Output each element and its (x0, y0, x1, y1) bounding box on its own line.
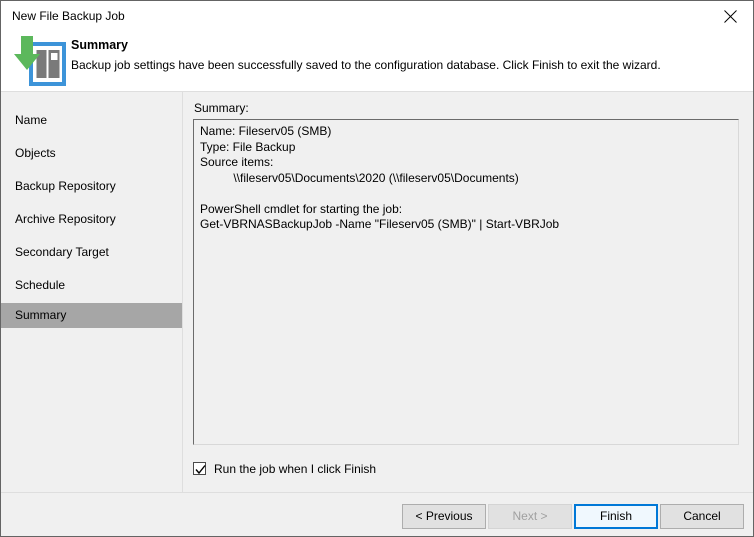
wizard-header: Summary Backup job settings have been su… (1, 32, 753, 91)
run-job-checkbox[interactable] (193, 462, 206, 475)
window-title: New File Backup Job (12, 9, 125, 23)
title-bar: New File Backup Job (1, 1, 753, 32)
sidebar-item-objects[interactable]: Objects (1, 141, 182, 166)
file-backup-job-icon (9, 32, 67, 90)
previous-button[interactable]: < Previous (402, 504, 486, 529)
sidebar-item-name[interactable]: Name (1, 108, 182, 133)
cancel-button[interactable]: Cancel (660, 504, 744, 529)
wizard-footer: < Previous Next > Finish Cancel (1, 493, 753, 536)
sidebar-item-backup-repository[interactable]: Backup Repository (1, 174, 182, 199)
summary-textbox[interactable]: Name: Fileserv05 (SMB) Type: File Backup… (193, 119, 739, 445)
close-icon[interactable] (708, 1, 753, 31)
run-job-checkbox-row[interactable]: Run the job when I click Finish (193, 460, 376, 477)
wizard-body: Name Objects Backup Repository Archive R… (1, 92, 753, 492)
main-panel: Summary: Name: Fileserv05 (SMB) Type: Fi… (183, 92, 753, 492)
sidebar-item-schedule[interactable]: Schedule (1, 273, 182, 298)
summary-content: Name: Fileserv05 (SMB) Type: File Backup… (194, 120, 738, 237)
wizard-window: New File Backup Job Summary Backup job s… (0, 0, 754, 537)
page-subtitle: Backup job settings have been successful… (71, 58, 661, 72)
sidebar-item-summary[interactable]: Summary (1, 303, 182, 328)
finish-button[interactable]: Finish (574, 504, 658, 529)
sidebar-item-archive-repository[interactable]: Archive Repository (1, 207, 182, 232)
page-title: Summary (71, 38, 128, 52)
sidebar-item-secondary-target[interactable]: Secondary Target (1, 240, 182, 265)
wizard-steps-sidebar: Name Objects Backup Repository Archive R… (1, 92, 182, 492)
summary-label: Summary: (194, 101, 249, 115)
run-job-label: Run the job when I click Finish (214, 462, 376, 476)
next-button: Next > (488, 504, 572, 529)
